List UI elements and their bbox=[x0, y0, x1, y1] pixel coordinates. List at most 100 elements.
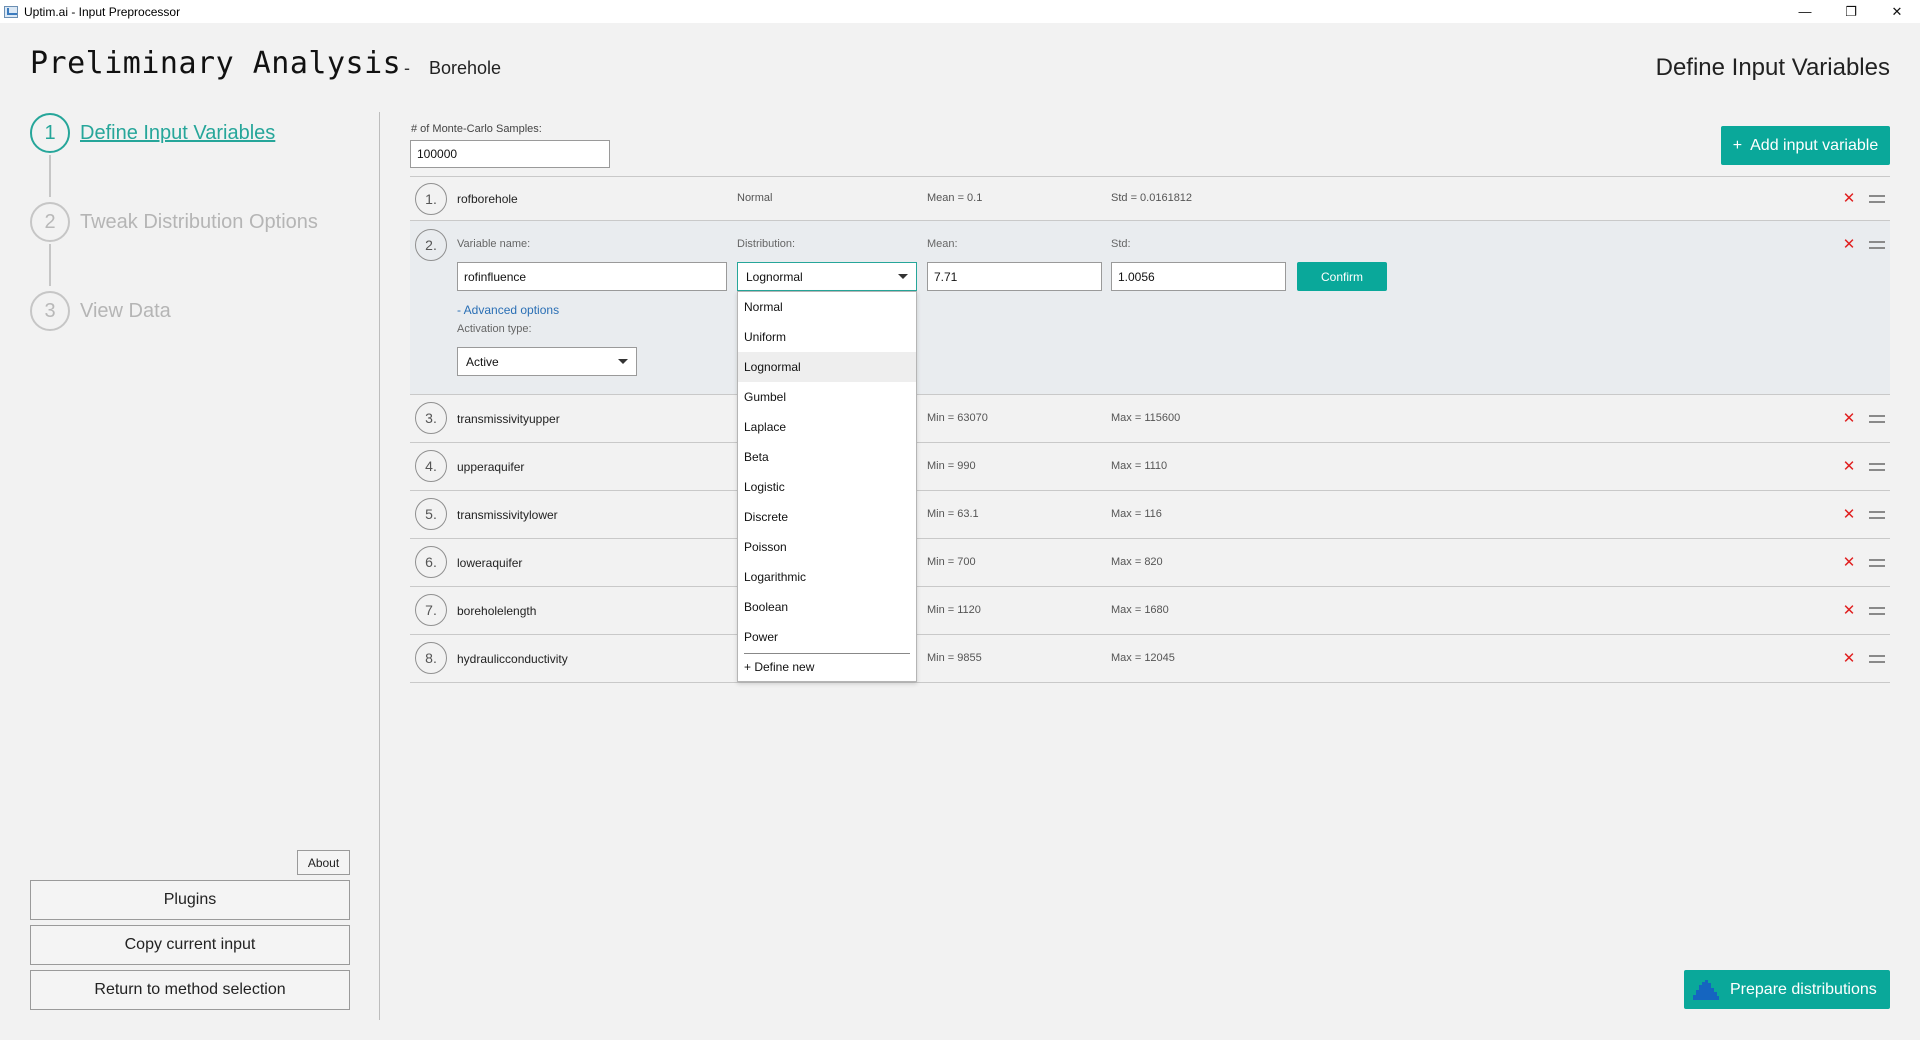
title-separator: - bbox=[404, 58, 410, 78]
dropdown-option-discrete[interactable]: Discrete bbox=[738, 502, 916, 532]
delete-icon[interactable]: ✕ bbox=[1842, 190, 1856, 207]
histogram-icon bbox=[1692, 979, 1720, 1001]
row-number: 4. bbox=[415, 450, 447, 482]
dropdown-option-logistic[interactable]: Logistic bbox=[738, 472, 916, 502]
delete-icon[interactable]: ✕ bbox=[1842, 410, 1856, 427]
monte-carlo-samples-input[interactable] bbox=[410, 140, 610, 168]
prepare-distributions-button[interactable]: Prepare distributions bbox=[1684, 970, 1890, 1009]
dropdown-option-gumbel[interactable]: Gumbel bbox=[738, 382, 916, 412]
drag-handle-icon[interactable] bbox=[1869, 195, 1885, 203]
step-label: View Data bbox=[80, 299, 171, 322]
return-to-method-selection-button[interactable]: Return to method selection bbox=[30, 970, 350, 1010]
table-row[interactable]: 4. upperaquifer Min = 990 Max = 1110 ✕ bbox=[410, 443, 1890, 491]
table-row[interactable]: 7. boreholelength Min = 1120 Max = 1680 … bbox=[410, 587, 1890, 635]
mean-label: Mean: bbox=[927, 238, 958, 250]
step-label[interactable]: Define Input Variables bbox=[80, 122, 275, 145]
distribution-dropdown-menu: Normal Uniform Lognormal Gumbel Laplace … bbox=[737, 291, 917, 682]
std-input[interactable]: 1.0056 bbox=[1111, 262, 1286, 291]
activation-type-select[interactable]: Active bbox=[457, 347, 637, 376]
dropdown-option-uniform[interactable]: Uniform bbox=[738, 322, 916, 352]
chevron-down-icon bbox=[618, 359, 628, 364]
dropdown-option-power[interactable]: Power bbox=[738, 622, 916, 652]
table-row-expanded[interactable]: 2. Variable name: rofinfluence Distribut… bbox=[410, 221, 1890, 395]
delete-icon[interactable]: ✕ bbox=[1842, 650, 1856, 667]
dropdown-option-normal[interactable]: Normal bbox=[738, 292, 916, 322]
delete-icon[interactable]: ✕ bbox=[1842, 554, 1856, 571]
param-1: Min = 9855 bbox=[927, 652, 982, 664]
drag-handle-icon[interactable] bbox=[1869, 607, 1885, 615]
table-row[interactable]: 5. transmissivitylower Min = 63.1 Max = … bbox=[410, 491, 1890, 539]
row-number: 8. bbox=[415, 642, 447, 674]
step-define-input-variables[interactable]: 1 Define Input Variables bbox=[30, 113, 275, 153]
window-controls: — ❐ ✕ bbox=[1782, 0, 1920, 23]
distribution-selected-value: Lognormal bbox=[746, 269, 803, 284]
table-row[interactable]: 6. loweraquifer Min = 700 Max = 820 ✕ bbox=[410, 539, 1890, 587]
drag-handle-icon[interactable] bbox=[1869, 655, 1885, 663]
page-subtitle: Borehole bbox=[429, 58, 502, 78]
drag-handle-icon[interactable] bbox=[1869, 241, 1885, 249]
variable-name: loweraquifer bbox=[457, 556, 523, 570]
chevron-down-icon bbox=[898, 274, 908, 279]
delete-icon[interactable]: ✕ bbox=[1842, 506, 1856, 523]
activation-type-label: Activation type: bbox=[457, 323, 532, 335]
param-1: Min = 1120 bbox=[927, 604, 981, 616]
dropdown-option-laplace[interactable]: Laplace bbox=[738, 412, 916, 442]
variable-name: transmissivityupper bbox=[457, 412, 560, 426]
sidebar-divider bbox=[379, 112, 380, 1020]
mean-input[interactable]: 7.71 bbox=[927, 262, 1102, 291]
dropdown-option-beta[interactable]: Beta bbox=[738, 442, 916, 472]
drag-handle-icon[interactable] bbox=[1869, 463, 1885, 471]
delete-icon[interactable]: ✕ bbox=[1842, 236, 1856, 253]
distribution-label: Distribution: bbox=[737, 238, 796, 250]
variable-name-label: Variable name: bbox=[457, 238, 531, 250]
copy-current-input-button[interactable]: Copy current input bbox=[30, 925, 350, 965]
table-row[interactable]: 1. rofborehole Normal Mean = 0.1 Std = 0… bbox=[410, 176, 1890, 221]
minimize-icon[interactable]: — bbox=[1782, 0, 1828, 23]
close-icon[interactable]: ✕ bbox=[1874, 0, 1920, 23]
variable-name: upperaquifer bbox=[457, 460, 525, 474]
dropdown-option-boolean[interactable]: Boolean bbox=[738, 592, 916, 622]
variable-name: rofborehole bbox=[457, 192, 518, 206]
param-1: Mean = 0.1 bbox=[927, 192, 983, 204]
window-title: Uptim.ai - Input Preprocessor bbox=[24, 4, 181, 19]
step-tweak-distribution-options[interactable]: 2 Tweak Distribution Options bbox=[30, 202, 318, 242]
table-row[interactable]: 3. transmissivityupper Min = 63070 Max =… bbox=[410, 395, 1890, 443]
drag-handle-icon[interactable] bbox=[1869, 511, 1885, 519]
drag-handle-icon[interactable] bbox=[1869, 559, 1885, 567]
app-icon bbox=[4, 5, 18, 18]
step-view-data[interactable]: 3 View Data bbox=[30, 291, 171, 331]
advanced-options-link[interactable]: - Advanced options bbox=[457, 303, 559, 317]
row-number: 7. bbox=[415, 594, 447, 626]
drag-handle-icon[interactable] bbox=[1869, 415, 1885, 423]
plugins-button[interactable]: Plugins bbox=[30, 880, 350, 920]
param-1: Min = 63.1 bbox=[927, 508, 979, 520]
confirm-button[interactable]: Confirm bbox=[1297, 262, 1387, 291]
step-number: 1 bbox=[30, 113, 70, 153]
monte-carlo-label: # of Monte-Carlo Samples: bbox=[411, 123, 542, 135]
restore-icon[interactable]: ❐ bbox=[1828, 0, 1874, 23]
delete-icon[interactable]: ✕ bbox=[1842, 602, 1856, 619]
param-1: Min = 990 bbox=[927, 460, 976, 472]
dropdown-option-logarithmic[interactable]: Logarithmic bbox=[738, 562, 916, 592]
dropdown-option-poisson[interactable]: Poisson bbox=[738, 532, 916, 562]
delete-icon[interactable]: ✕ bbox=[1842, 458, 1856, 475]
step-number: 2 bbox=[30, 202, 70, 242]
add-input-variable-button[interactable]: + Add input variable bbox=[1721, 126, 1890, 165]
param-2: Max = 1680 bbox=[1111, 604, 1169, 616]
step-label: Tweak Distribution Options bbox=[80, 210, 318, 233]
dropdown-option-lognormal[interactable]: Lognormal bbox=[738, 352, 916, 382]
page-title: Preliminary Analysis bbox=[30, 46, 402, 81]
dropdown-option-define-new[interactable]: + Define new bbox=[738, 652, 916, 682]
variable-name-input[interactable]: rofinfluence bbox=[457, 262, 727, 291]
table-row[interactable]: 8. hydraulicconductivity Min = 9855 Max … bbox=[410, 635, 1890, 683]
variable-name: boreholelength bbox=[457, 604, 537, 618]
distribution-select[interactable]: Lognormal bbox=[737, 262, 917, 291]
variable-name: hydraulicconductivity bbox=[457, 652, 568, 666]
row-number: 6. bbox=[415, 546, 447, 578]
param-2: Std = 0.0161812 bbox=[1111, 192, 1193, 204]
add-input-variable-label: Add input variable bbox=[1750, 136, 1879, 154]
param-2: Max = 115600 bbox=[1111, 412, 1181, 424]
about-button[interactable]: About bbox=[297, 850, 350, 875]
param-1: Min = 63070 bbox=[927, 412, 988, 424]
param-2: Max = 820 bbox=[1111, 556, 1163, 568]
